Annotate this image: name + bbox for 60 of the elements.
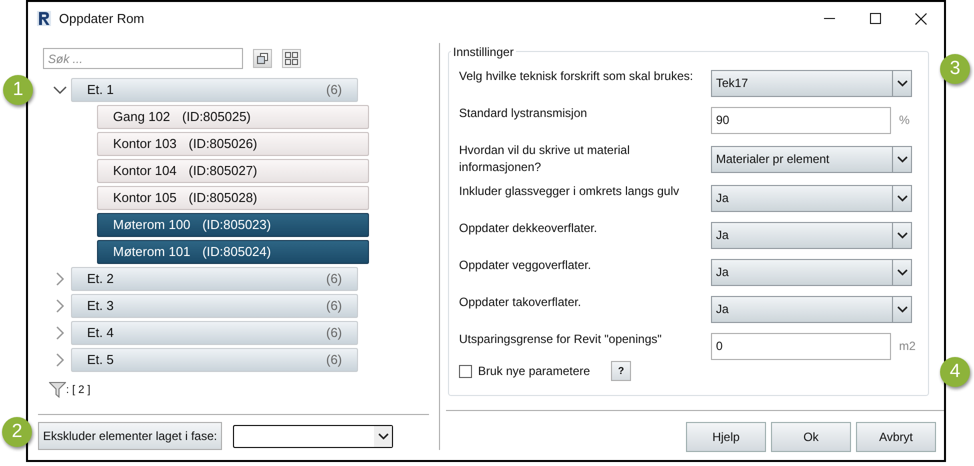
callout-badge: 3 <box>940 54 970 84</box>
room-item[interactable]: Gang 102 (ID:805025) <box>97 105 369 129</box>
setting-label: Oppdater veggoverflater. <box>459 257 592 274</box>
stacked-windows-icon <box>257 53 268 64</box>
callout-badge: 1 <box>3 75 33 105</box>
room-item[interactable]: Kontor 104 (ID:805027) <box>97 159 369 183</box>
floor-header[interactable]: Et. 5 (6) <box>71 348 358 372</box>
filter-icon <box>49 382 66 398</box>
expand-all-button[interactable] <box>282 49 301 68</box>
window-title: Oppdater Rom <box>59 10 144 28</box>
setting-dropdown[interactable]: Ja <box>711 184 912 212</box>
help-button[interactable]: ? <box>611 361 632 381</box>
setting-input[interactable]: 0 <box>711 332 891 360</box>
search-field[interactable]: Søk ... <box>43 48 243 69</box>
chevron-down-icon <box>896 268 908 276</box>
setting-dropdown[interactable]: Ja <box>711 258 912 286</box>
setting-input[interactable]: 90 <box>711 106 891 134</box>
setting-label: Utsparingsgrense for Revit "openings" <box>459 331 663 348</box>
floor-header[interactable]: Et. 3 (6) <box>71 294 358 318</box>
floor-header[interactable]: Et. 2 (6) <box>71 267 358 291</box>
setting-label: Inkluder glassvegger i omkrets langs gulv <box>459 183 680 200</box>
room-item[interactable]: Kontor 103 (ID:805026) <box>97 132 369 156</box>
chevron-down-icon <box>896 194 908 202</box>
exclude-phase-button[interactable]: Ekskluder elementer laget i fase: <box>38 422 222 450</box>
minimize-icon <box>824 18 834 19</box>
checkbox-label: Bruk nye parametere <box>478 363 590 380</box>
checkbox[interactable] <box>459 364 472 378</box>
callout-badge: 4 <box>940 357 970 387</box>
close-icon <box>915 12 927 24</box>
setting-label: Velg hvilke teknisk forskrift som skal brukes: <box>459 68 694 85</box>
chevron-down-icon <box>896 306 908 312</box>
setting-dropdown[interactable]: Ja <box>711 296 912 322</box>
floor-header[interactable]: Et. 4 (6) <box>71 321 358 345</box>
floor-header[interactable]: Et. 1 (6) <box>71 78 358 102</box>
unit-label: % <box>899 112 910 129</box>
callout-badge: 2 <box>2 417 32 447</box>
collapse-all-button[interactable] <box>253 49 272 68</box>
phase-dropdown[interactable] <box>233 424 394 448</box>
setting-label: Oppdater takoverflater. <box>459 294 582 311</box>
dialog-button[interactable]: Avbryt <box>856 422 936 452</box>
room-item[interactable]: Møterom 100 (ID:805023) <box>97 213 369 237</box>
unit-label: m2 <box>899 338 916 355</box>
dialog-button[interactable]: Ok <box>771 422 851 452</box>
maximize-icon <box>870 13 880 24</box>
room-item[interactable]: Kontor 105 (ID:805028) <box>97 186 369 210</box>
setting-dropdown[interactable]: Tek17 <box>711 70 912 96</box>
setting-label: Hvordan vil du skrive ut material informasjonen? <box>459 142 631 176</box>
grid-icon <box>285 52 298 65</box>
dialog-button[interactable]: Hjelp <box>686 422 766 452</box>
filter-count: : [ 2 ] <box>66 383 90 398</box>
chevron-down-icon <box>896 80 908 86</box>
setting-dropdown[interactable]: Ja <box>711 222 912 248</box>
chevron-down-icon <box>378 432 389 440</box>
setting-label: Oppdater dekkeoverflater. <box>459 220 598 237</box>
app-logo-icon <box>37 11 51 26</box>
setting-dropdown[interactable]: Materialer pr element <box>711 146 912 172</box>
room-item[interactable]: Møterom 101 (ID:805024) <box>97 240 369 264</box>
setting-label: Standard lystransmisjon <box>459 105 588 122</box>
chevron-down-icon <box>896 156 908 162</box>
chevron-down-icon <box>896 232 908 238</box>
